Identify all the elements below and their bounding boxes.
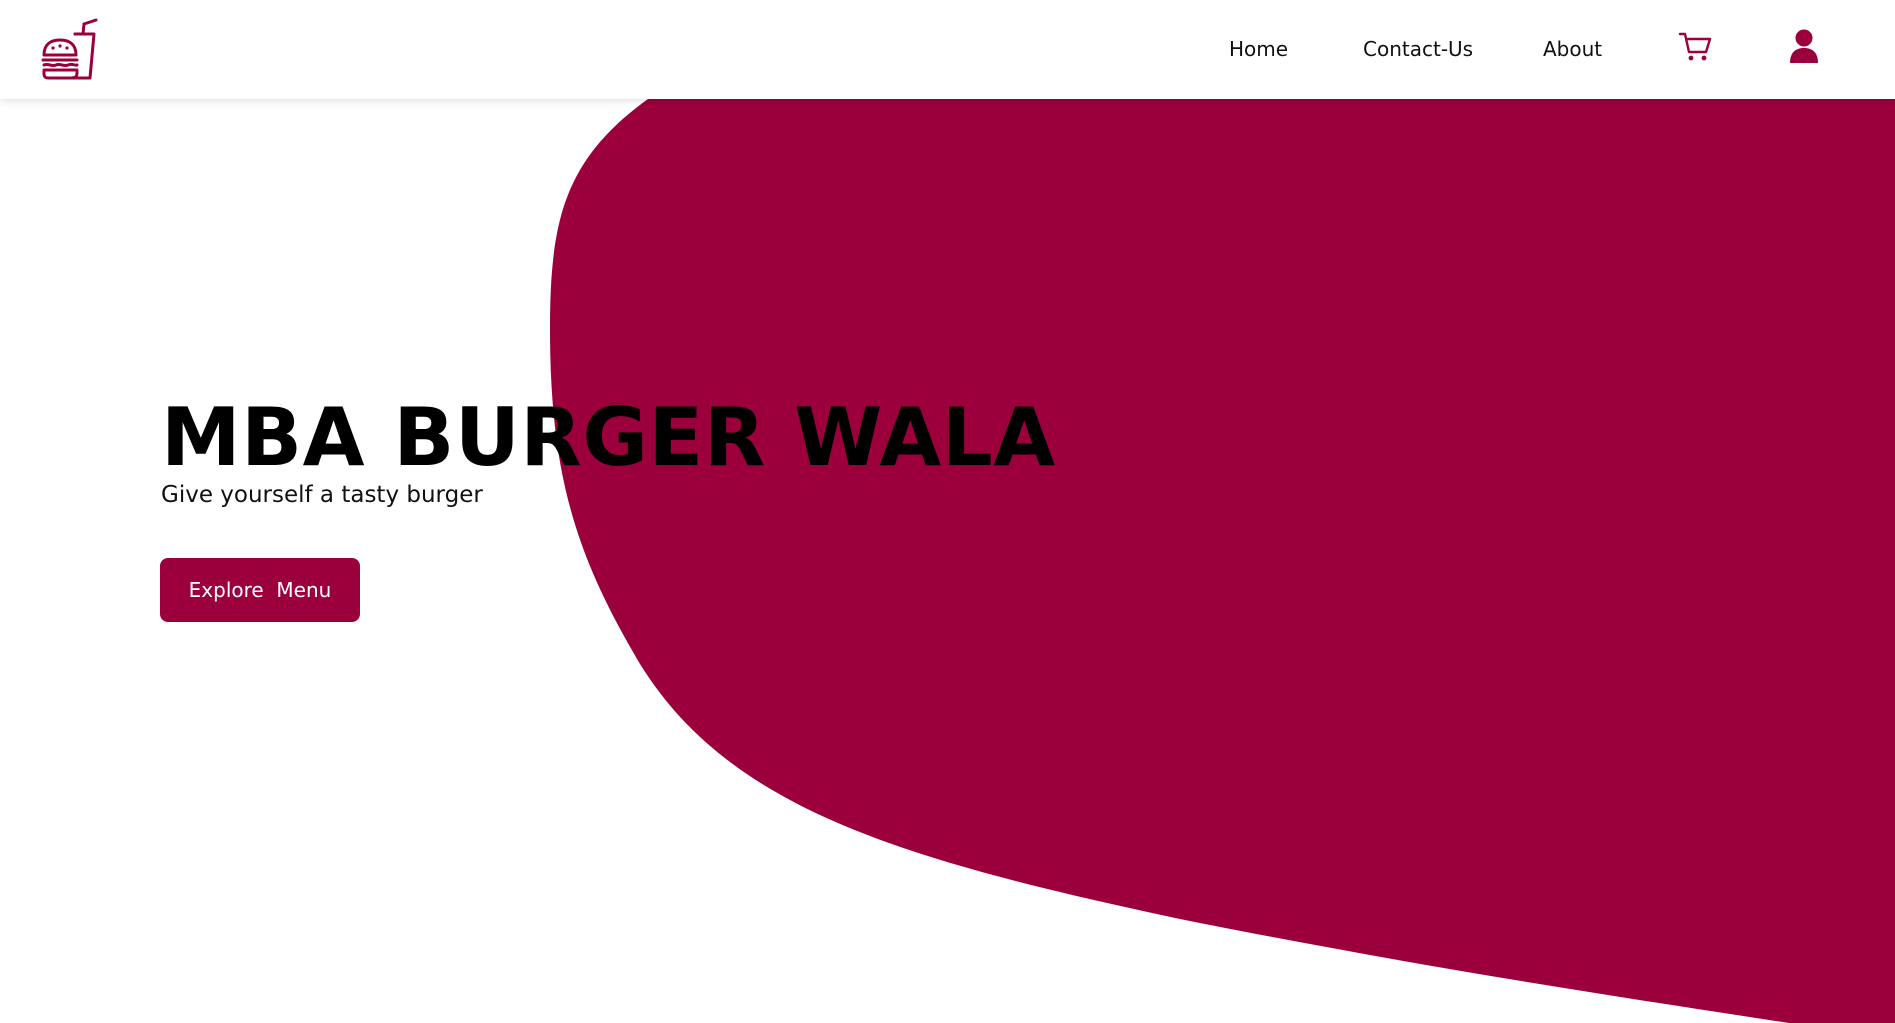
cart-icon[interactable]	[1678, 30, 1712, 64]
hero-subtitle: Give yourself a tasty burger	[161, 482, 483, 508]
top-navbar: Home Contact-Us About	[0, 0, 1895, 99]
nav-link-home[interactable]: Home	[1229, 37, 1288, 61]
explore-menu-button[interactable]: Explore Menu	[160, 558, 360, 622]
nav-link-about[interactable]: About	[1543, 37, 1602, 61]
nav-link-contact-us[interactable]: Contact-Us	[1363, 37, 1473, 61]
landing-page: Home Contact-Us About MBA BURGER WALA Gi…	[0, 0, 1895, 1023]
user-icon[interactable]	[1789, 29, 1819, 64]
burger-drink-logo-icon[interactable]	[38, 18, 102, 82]
hero-title: MBA BURGER WALA	[161, 391, 1056, 484]
hero-text-block: MBA BURGER WALA Give yourself a tasty bu…	[161, 391, 1056, 509]
wave-layer	[550, 99, 1895, 1023]
